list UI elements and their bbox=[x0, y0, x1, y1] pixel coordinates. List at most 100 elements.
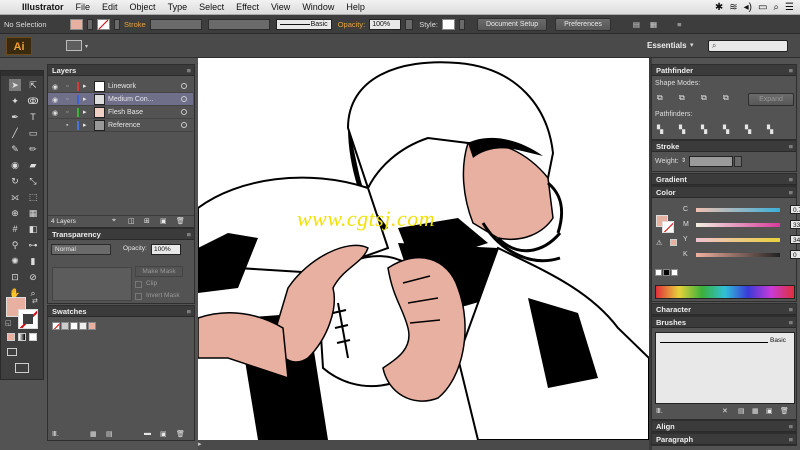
delete-swatch-icon[interactable]: 🗑 bbox=[176, 430, 185, 438]
stroke-weight-dropdown[interactable] bbox=[149, 18, 202, 30]
menu-object[interactable]: Object bbox=[124, 2, 162, 12]
none-mode-icon[interactable] bbox=[29, 333, 37, 341]
stroke-weight-stepper-icon[interactable]: ⇕ bbox=[681, 157, 686, 164]
fill-dropdown[interactable] bbox=[87, 18, 93, 30]
menu-file[interactable]: File bbox=[70, 2, 97, 12]
search-icon[interactable]: ⌕ bbox=[773, 2, 779, 13]
layer-row-flesh-base[interactable]: ◉ ▫ ▸ Flesh Base bbox=[48, 106, 193, 119]
search-field[interactable]: ⌕ bbox=[708, 40, 788, 52]
layer-target-icon[interactable] bbox=[181, 83, 187, 89]
opacity-label[interactable]: Opacity: bbox=[338, 20, 366, 29]
unite-icon[interactable]: ⧉ bbox=[657, 93, 663, 103]
slice-tool-icon[interactable]: ⊘ bbox=[27, 271, 39, 283]
opacity-mask-thumbnail[interactable] bbox=[52, 267, 132, 301]
swatch-black[interactable] bbox=[79, 322, 87, 330]
stroke-dropdown[interactable] bbox=[114, 18, 120, 30]
color-panel-header[interactable]: Color ≡ bbox=[652, 187, 796, 198]
outline-icon[interactable]: ▚ bbox=[745, 125, 751, 134]
color-stroke-box[interactable] bbox=[662, 221, 674, 233]
swatches-panel-menu-icon[interactable]: ≡ bbox=[187, 306, 191, 317]
out-of-gamut-icon[interactable]: ⚠ bbox=[656, 239, 662, 247]
swatch-skin[interactable] bbox=[88, 322, 96, 330]
align-icon[interactable]: ▤ bbox=[633, 20, 640, 29]
channel-c-value[interactable]: 0.78 bbox=[790, 205, 800, 214]
swatch-white[interactable] bbox=[70, 322, 78, 330]
expand-button[interactable]: Expand bbox=[748, 93, 794, 106]
transparency-panel-header[interactable]: Transparency ≡ bbox=[48, 229, 194, 240]
direct-selection-tool-icon[interactable]: ⇱ bbox=[27, 79, 39, 91]
brush-item-basic[interactable]: Basic bbox=[656, 335, 794, 349]
swatch-options-icon[interactable]: ▤ bbox=[106, 430, 113, 438]
clipping-mask-icon[interactable]: ◫ bbox=[128, 217, 135, 225]
paragraph-panel-menu-icon[interactable]: ≡ bbox=[789, 434, 793, 445]
menu-type[interactable]: Type bbox=[162, 2, 194, 12]
control-menu-icon[interactable]: ≡ bbox=[677, 20, 681, 29]
artboard-canvas[interactable] bbox=[198, 58, 649, 440]
line-tool-icon[interactable]: ╱ bbox=[9, 127, 21, 139]
shape-builder-tool-icon[interactable]: ⊕ bbox=[9, 207, 21, 219]
eraser-tool-icon[interactable]: ▰ bbox=[27, 159, 39, 171]
remove-brush-stroke-icon[interactable]: ✕ bbox=[722, 407, 728, 415]
perspective-grid-tool-icon[interactable]: ▦ bbox=[27, 207, 39, 219]
width-tool-icon[interactable]: ⟗ bbox=[9, 191, 21, 203]
color-black-swatch[interactable] bbox=[663, 269, 670, 276]
clip-checkbox[interactable] bbox=[135, 281, 142, 288]
blend-mode-dropdown[interactable]: Normal bbox=[51, 244, 111, 255]
exclude-icon[interactable]: ⧉ bbox=[723, 93, 729, 103]
style-swatch[interactable] bbox=[441, 18, 455, 30]
gradient-panel-menu-icon[interactable]: ≡ bbox=[789, 174, 793, 185]
mesh-tool-icon[interactable]: # bbox=[9, 223, 21, 235]
menu-window[interactable]: Window bbox=[296, 2, 340, 12]
lock-icon[interactable]: ▪ bbox=[66, 119, 68, 132]
menu-effect[interactable]: Effect bbox=[230, 2, 265, 12]
wifi-icon[interactable]: ≋ bbox=[729, 2, 737, 13]
magic-wand-tool-icon[interactable]: ✦ bbox=[9, 95, 21, 107]
status-scroll-arrow-icon[interactable]: ▸ bbox=[198, 440, 202, 448]
align-panel-header[interactable]: Align ≡ bbox=[652, 421, 796, 432]
stroke-panel-header[interactable]: Stroke ≡ bbox=[652, 141, 796, 152]
pathfinder-panel-header[interactable]: Pathfinder ≡ bbox=[652, 65, 796, 76]
new-sublayer-icon[interactable]: ⊞ bbox=[144, 217, 150, 225]
trim-icon[interactable]: ▚ bbox=[679, 125, 685, 134]
color-white-swatch[interactable] bbox=[671, 269, 678, 276]
locate-object-icon[interactable]: ⌖ bbox=[112, 217, 116, 225]
blob-brush-tool-icon[interactable]: ◉ bbox=[9, 159, 21, 171]
stroke-weight-field[interactable] bbox=[689, 156, 733, 167]
rotate-tool-icon[interactable]: ↻ bbox=[9, 175, 21, 187]
layers-panel-header[interactable]: Layers ≡ bbox=[48, 65, 194, 76]
workspace-switcher[interactable]: Essentials bbox=[647, 41, 687, 50]
draw-mode-icon[interactable] bbox=[7, 348, 17, 356]
channel-m-value[interactable]: 33.72 bbox=[790, 220, 800, 229]
gradient-tool-icon[interactable]: ◧ bbox=[27, 223, 39, 235]
pathfinder-panel-menu-icon[interactable]: ≡ bbox=[789, 65, 793, 76]
layer-name[interactable]: Medium Con... bbox=[108, 93, 154, 106]
layer-row-linework[interactable]: ◉ ▫ ▸ Linework bbox=[48, 80, 193, 93]
workspace-chevron-icon[interactable]: ▾ bbox=[690, 41, 694, 49]
new-color-group-icon[interactable]: ▬ bbox=[144, 430, 151, 437]
opacity-field[interactable]: 100% bbox=[369, 18, 402, 30]
type-tool-icon[interactable]: T bbox=[27, 111, 39, 123]
new-brush-icon[interactable]: ▣ bbox=[766, 407, 773, 415]
layer-target-icon[interactable] bbox=[181, 96, 187, 102]
brush-libraries-icon[interactable]: Ⅲ. bbox=[656, 407, 663, 415]
document-setup-button[interactable]: Document Setup bbox=[476, 17, 548, 31]
align-panel-menu-icon[interactable]: ≡ bbox=[789, 421, 793, 432]
divide-icon[interactable]: ▚ bbox=[657, 125, 663, 134]
minus-front-icon[interactable]: ⧉ bbox=[679, 93, 685, 103]
gradient-panel-header[interactable]: Gradient ≡ bbox=[652, 174, 796, 185]
crop-icon[interactable]: ▚ bbox=[723, 125, 729, 134]
free-transform-tool-icon[interactable]: ⬚ bbox=[27, 191, 39, 203]
channel-k-value[interactable]: 0 bbox=[790, 250, 800, 259]
brushes-panel-header[interactable]: Brushes ≡ bbox=[652, 317, 796, 328]
symbol-sprayer-tool-icon[interactable]: ✺ bbox=[9, 255, 21, 267]
screen-mode-icon[interactable] bbox=[15, 363, 29, 373]
menu-select[interactable]: Select bbox=[193, 2, 230, 12]
layer-target-icon[interactable] bbox=[181, 109, 187, 115]
paintbrush-tool-icon[interactable]: ✎ bbox=[9, 143, 21, 155]
stroke-color-box[interactable] bbox=[18, 309, 38, 329]
transform-icon[interactable]: ▦ bbox=[650, 20, 657, 29]
paragraph-panel-header[interactable]: Paragraph ≡ bbox=[652, 434, 796, 445]
color-mode-icon[interactable] bbox=[7, 333, 15, 341]
merge-icon[interactable]: ▚ bbox=[701, 125, 707, 134]
minus-back-icon[interactable]: ▚ bbox=[767, 125, 773, 134]
